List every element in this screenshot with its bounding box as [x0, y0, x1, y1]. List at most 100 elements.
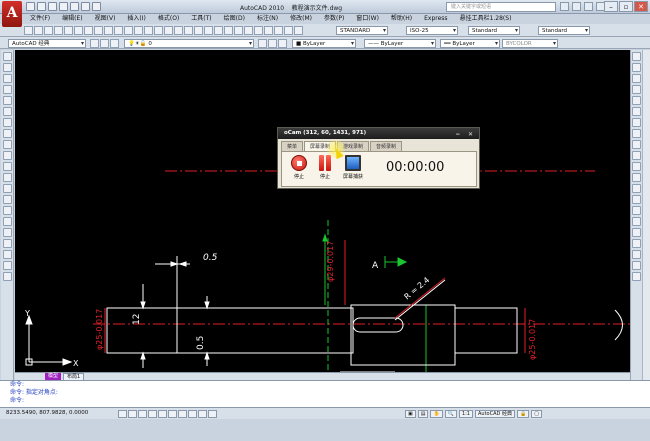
drawing-canvas[interactable]: Y X 0.5 12 0.5 φ25-0.017 φ29-0.017 R = 2… — [15, 50, 630, 372]
modify-tool-icon[interactable] — [632, 195, 641, 204]
menu-item[interactable]: 文件(F) — [24, 14, 56, 24]
workspace-switch[interactable]: AutoCAD 经典 — [474, 410, 515, 418]
save-icon[interactable] — [48, 2, 57, 11]
draw-tool-icon[interactable] — [2, 140, 12, 149]
save-as-icon[interactable] — [59, 2, 68, 11]
toolbar-tool-icon[interactable] — [174, 26, 183, 35]
toolbar-tool-icon[interactable] — [274, 26, 283, 35]
modify-tool-icon[interactable] — [632, 261, 641, 270]
menu-item[interactable]: 格式(O) — [152, 14, 185, 24]
grid-toggle[interactable] — [128, 410, 137, 418]
zoom-icon[interactable]: 🔍 — [444, 410, 457, 418]
draw-tool-icon[interactable] — [2, 63, 12, 72]
toolbar-tool-icon[interactable] — [284, 26, 293, 35]
app-menu-button[interactable]: A — [2, 1, 22, 27]
modify-tool-icon[interactable] — [632, 107, 641, 116]
snap-toggle[interactable] — [118, 410, 127, 418]
close-button[interactable]: ✕ — [634, 1, 648, 12]
osnap-toggle[interactable] — [158, 410, 167, 418]
toolbar-tool-icon[interactable] — [254, 26, 263, 35]
plot-icon[interactable] — [70, 2, 79, 11]
modify-tool-icon[interactable] — [632, 140, 641, 149]
draw-tool-icon[interactable] — [2, 85, 12, 94]
toolbar-tool-icon[interactable] — [224, 26, 233, 35]
color-dropdown[interactable]: ■ ByLayer — [292, 39, 356, 48]
new-file-icon[interactable] — [26, 2, 35, 11]
modify-tool-icon[interactable] — [632, 250, 641, 259]
modify-tool-icon[interactable] — [632, 63, 641, 72]
toolbar-tool-icon[interactable] — [244, 26, 253, 35]
ocam-window-controls[interactable]: ‒ ✕ — [456, 129, 476, 140]
layer-previous-icon[interactable] — [268, 39, 277, 48]
ocam-pause-button[interactable]: 停止 — [314, 155, 336, 180]
polar-toggle[interactable] — [148, 410, 157, 418]
draw-tool-icon[interactable] — [2, 206, 12, 215]
draw-tool-icon[interactable] — [2, 52, 12, 61]
toolbar-tool-icon[interactable] — [144, 26, 153, 35]
communication-center-icon[interactable] — [584, 2, 593, 11]
ocam-window[interactable]: oCam (312, 60, 1431, 971) ‒ ✕ 菜单 屏幕录制 游戏录制… — [277, 127, 480, 189]
minimize-button[interactable]: – — [604, 1, 618, 12]
toolbar-tool-icon[interactable] — [234, 26, 243, 35]
modify-tool-icon[interactable] — [632, 129, 641, 138]
modify-tool-icon[interactable] — [632, 96, 641, 105]
workspace-dropdown[interactable]: AutoCAD 经典 — [8, 39, 86, 48]
modify-tool-icon[interactable] — [632, 162, 641, 171]
menu-item[interactable]: 修改(M) — [284, 14, 318, 24]
quick-view-icon[interactable]: ▤ — [417, 410, 429, 418]
menu-item[interactable]: 悬挂工具栏1.28(S) — [454, 14, 518, 24]
lock-icon[interactable]: 🔒 — [516, 410, 530, 418]
dyn-toggle[interactable] — [188, 410, 197, 418]
multileader-style-dropdown[interactable]: Standard — [538, 26, 590, 35]
draw-tool-icon[interactable] — [2, 250, 12, 259]
subscription-icon[interactable] — [572, 2, 581, 11]
plot-style-dropdown[interactable]: BYCOLOR — [502, 39, 558, 48]
toolbar-tool-icon[interactable] — [204, 26, 213, 35]
draw-tool-icon[interactable] — [2, 107, 12, 116]
menu-item[interactable]: 参数(P) — [318, 14, 350, 24]
layer-properties-icon[interactable] — [90, 39, 99, 48]
modify-tool-icon[interactable] — [632, 74, 641, 83]
draw-tool-icon[interactable] — [2, 228, 12, 237]
open-file-icon[interactable] — [37, 2, 46, 11]
draw-tool-icon[interactable] — [2, 118, 12, 127]
toolbar-tool-icon[interactable] — [74, 26, 83, 35]
toolbar-tool-icon[interactable] — [164, 26, 173, 35]
undo-icon[interactable] — [81, 2, 90, 11]
lwt-toggle[interactable] — [198, 410, 207, 418]
menu-item[interactable]: 标注(N) — [251, 14, 284, 24]
layer-iso-icon[interactable] — [278, 39, 287, 48]
menu-item[interactable]: 视图(V) — [89, 14, 122, 24]
modify-tool-icon[interactable] — [632, 151, 641, 160]
toolbar-tool-icon[interactable] — [134, 26, 143, 35]
draw-tool-icon[interactable] — [2, 173, 12, 182]
menu-item[interactable]: 插入(I) — [121, 14, 151, 24]
ocam-stop-button[interactable]: 停止 — [288, 155, 310, 180]
modify-tool-icon[interactable] — [632, 272, 641, 281]
command-window[interactable]: 命令: 命令: 指定对角点: 命令: — [0, 380, 650, 407]
command-prompt[interactable]: 命令: — [0, 397, 650, 405]
search-icon[interactable] — [560, 2, 569, 11]
qp-toggle[interactable] — [208, 410, 217, 418]
dim-style-dropdown[interactable]: ISO-25 — [406, 26, 458, 35]
pan-icon[interactable]: ✋ — [430, 410, 443, 418]
toolbar-tool-icon[interactable] — [44, 26, 53, 35]
ocam-screen-capture-button[interactable]: 屏幕捕获 — [340, 155, 366, 180]
menu-item[interactable]: Express — [418, 14, 453, 24]
layer-state-icon[interactable] — [100, 39, 109, 48]
draw-tool-icon[interactable] — [2, 195, 12, 204]
toolbar-tool-icon[interactable] — [54, 26, 63, 35]
toolbar-tool-icon[interactable] — [34, 26, 43, 35]
coordinate-readout[interactable]: 8233.5490, 807.9828, 0.0000 — [6, 410, 88, 416]
ortho-toggle[interactable] — [138, 410, 147, 418]
layer-dropdown[interactable]: 💡☀🔓 0 — [124, 39, 254, 48]
draw-tool-icon[interactable] — [2, 261, 12, 270]
modify-tool-icon[interactable] — [632, 217, 641, 226]
draw-tool-icon[interactable] — [2, 184, 12, 193]
menu-item[interactable]: 帮助(H) — [385, 14, 418, 24]
redo-icon[interactable] — [92, 2, 101, 11]
modify-tool-icon[interactable] — [632, 118, 641, 127]
annotation-scale[interactable]: 1:1 — [458, 410, 473, 418]
otrack-toggle[interactable] — [168, 410, 177, 418]
toolbar-tool-icon[interactable] — [104, 26, 113, 35]
